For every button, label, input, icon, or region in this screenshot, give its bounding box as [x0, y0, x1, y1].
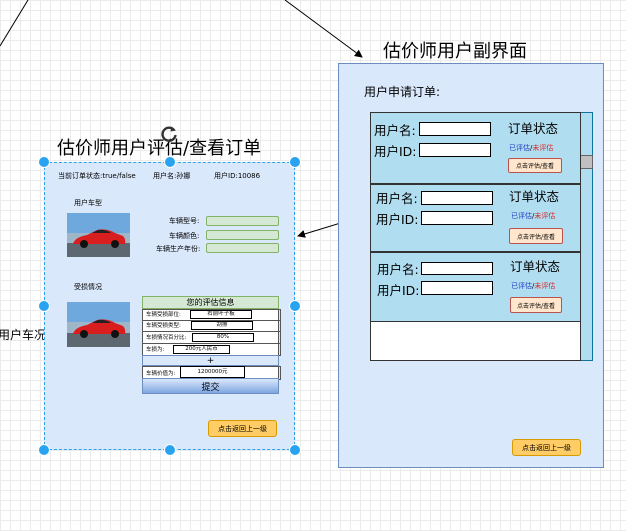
username-field[interactable]	[421, 191, 493, 205]
damage-percent-field[interactable]: 80%	[192, 333, 254, 342]
order-status-title: 订单状态	[509, 189, 560, 204]
damage-part-label: 车辆受损部位:	[146, 312, 181, 318]
review-userid-text: 用户ID:10086	[214, 172, 261, 180]
order-status-value: 已评估/未评估	[511, 281, 555, 291]
card-userid-label: 用户ID:	[374, 144, 417, 159]
resize-handle[interactable]	[289, 444, 301, 456]
card-username-label: 用户名:	[374, 123, 416, 138]
diagram-edge-left	[0, 0, 29, 47]
damage-label: 受损情况	[74, 283, 102, 291]
sub-screen-title: 估价师用户副界面	[383, 41, 527, 62]
sub-back-button[interactable]: 点击返回上一级	[512, 439, 581, 456]
plus-icon: +	[206, 355, 215, 366]
damage-cost-label: 车损为:	[146, 347, 165, 353]
status-pending: 未评估	[534, 212, 556, 220]
username-field[interactable]	[419, 122, 491, 136]
resize-handle[interactable]	[38, 156, 50, 168]
car-color-label: 车辆颜色:	[169, 232, 200, 240]
card-username-label: 用户名:	[377, 262, 419, 277]
username-field[interactable]	[421, 262, 493, 275]
rotate-icon[interactable]	[159, 124, 179, 144]
damage-cost-value: 200元人民币	[185, 346, 218, 352]
evaluate-button[interactable]: 点击评估/查看	[508, 158, 562, 173]
submit-label: 提交	[201, 382, 220, 393]
resize-handle[interactable]	[164, 444, 176, 456]
damage-part-field[interactable]: 右前叶子板	[190, 310, 252, 319]
car-type-label: 用户车型	[74, 199, 102, 207]
review-back-button[interactable]: 点击返回上一级	[208, 420, 277, 437]
evaluation-header: 您的评估信息	[142, 296, 279, 309]
damage-percent-label: 车损情况百分比:	[146, 335, 187, 341]
car-model-field[interactable]	[206, 216, 279, 226]
resize-handle[interactable]	[289, 300, 301, 312]
userid-field[interactable]	[421, 281, 493, 295]
status-done: 已评估	[509, 144, 530, 152]
scrollbar-thumb[interactable]	[580, 155, 593, 169]
car-color-field[interactable]	[206, 230, 279, 240]
damage-part-value: 右前叶子板	[207, 311, 235, 317]
damage-type-field[interactable]: 刮擦	[191, 321, 253, 330]
submit-button[interactable]: 提交	[142, 378, 279, 394]
resize-handle[interactable]	[38, 444, 50, 456]
status-done: 已评估	[511, 282, 532, 290]
car-year-field[interactable]	[206, 243, 279, 253]
damage-cost-field[interactable]: 200元人民币	[173, 345, 230, 354]
card-username-label: 用户名:	[376, 191, 418, 206]
order-status-title: 订单状态	[508, 121, 559, 136]
userid-field[interactable]	[419, 143, 491, 157]
list-scrollbar[interactable]	[580, 112, 593, 361]
evaluation-title: 您的评估信息	[186, 298, 235, 307]
card-userid-label: 用户ID:	[376, 212, 419, 227]
car-model-label: 车辆型号:	[169, 217, 200, 225]
damage-percent-value: 80%	[216, 334, 230, 340]
car-value-value: 1200000元	[197, 369, 228, 375]
status-pending: 未评估	[532, 144, 554, 152]
resize-handle[interactable]	[164, 156, 176, 168]
car-value-field[interactable]: 1200000元	[180, 366, 245, 378]
damage-type-value: 刮擦	[216, 322, 228, 328]
evaluate-button[interactable]: 点击评估/查看	[509, 228, 563, 244]
request-label: 用户申请订单:	[364, 85, 441, 99]
add-row-button[interactable]: +	[142, 355, 279, 366]
car-value-label: 车辆价值为:	[146, 371, 176, 377]
order-status-title: 订单状态	[510, 259, 561, 274]
damage-type-label: 车辆受损类型:	[146, 323, 181, 329]
card-userid-label: 用户ID:	[377, 283, 420, 298]
order-status-text: 当前订单状态:true/false	[58, 172, 136, 180]
resize-handle[interactable]	[289, 156, 301, 168]
status-pending: 未评估	[534, 282, 556, 290]
order-status-value: 已评估/未评估	[509, 143, 553, 153]
car-photo	[67, 213, 130, 257]
resize-handle[interactable]	[38, 300, 50, 312]
userid-field[interactable]	[421, 211, 493, 225]
diagram-edge-right	[284, 0, 363, 58]
order-status-value: 已评估/未评估	[511, 211, 555, 221]
review-username-text: 用户名:孙娜	[153, 172, 191, 180]
evaluate-button[interactable]: 点击评估/查看	[510, 297, 562, 313]
status-done: 已评估	[511, 212, 532, 220]
cut-off-label: 用户车况	[0, 328, 47, 342]
damage-photo	[67, 302, 130, 347]
car-year-label: 车辆生产年份:	[156, 245, 201, 253]
